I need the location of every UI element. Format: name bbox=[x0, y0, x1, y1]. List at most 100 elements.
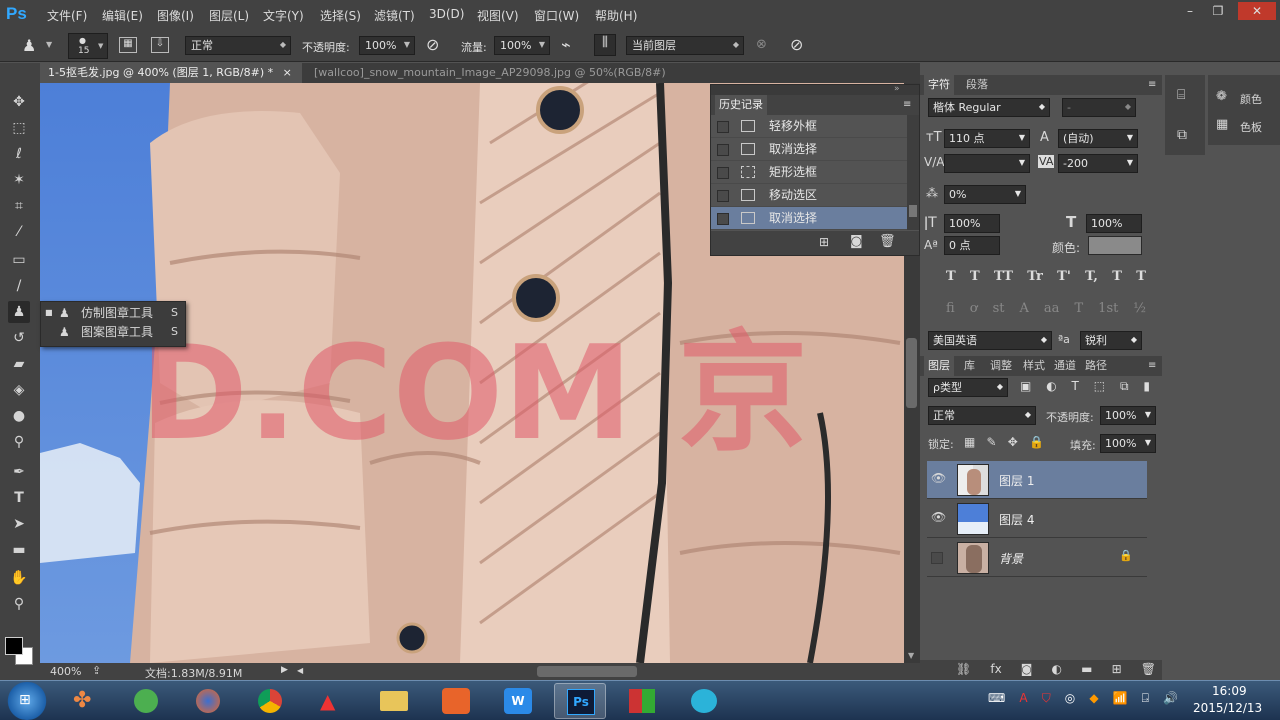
eyedropper-icon[interactable]: ⁄ bbox=[8, 221, 30, 243]
swatches-panel-label[interactable]: 色板 bbox=[1240, 119, 1262, 135]
fractions-button[interactable]: ½ bbox=[1133, 301, 1146, 321]
pressure-size-icon[interactable]: ⊘ bbox=[790, 35, 803, 54]
new-layer-icon[interactable]: ⊞ bbox=[1112, 662, 1122, 678]
discretionary-ligature-button[interactable]: ơ bbox=[970, 301, 978, 321]
flyout-item-clone-stamp[interactable]: ■ ♟ 仿制图章工具 S bbox=[41, 303, 185, 323]
scroll-thumb[interactable] bbox=[906, 338, 917, 408]
menu-layer[interactable]: 图层(L) bbox=[209, 7, 249, 24]
tab-paths[interactable]: 路径 bbox=[1081, 356, 1111, 376]
vertical-scale-input[interactable]: 100% bbox=[944, 214, 1000, 233]
horizontal-scroll-thumb[interactable] bbox=[537, 666, 637, 677]
strikethrough-button[interactable]: T bbox=[1136, 269, 1146, 289]
keyboard-icon[interactable]: ⌨ bbox=[988, 691, 1005, 711]
text-color-swatch[interactable] bbox=[1088, 236, 1142, 255]
tab-paragraph[interactable]: 段落 bbox=[962, 75, 992, 95]
sample-select[interactable]: 当前图层 ◆ bbox=[626, 36, 744, 55]
layer-name[interactable]: 背景 bbox=[999, 550, 1023, 567]
history-checkbox[interactable] bbox=[717, 167, 729, 179]
restore-button[interactable]: ❐ bbox=[1203, 2, 1233, 20]
alternates-button[interactable]: aa bbox=[1044, 301, 1060, 321]
taskbar-app-writer[interactable]: W bbox=[492, 683, 544, 719]
fill-input[interactable]: 100% ▼ bbox=[1100, 434, 1156, 453]
clone-source-icon[interactable]: ⇩ bbox=[151, 37, 169, 53]
trash-icon[interactable]: 🗑 bbox=[879, 234, 896, 249]
panel-menu-icon[interactable]: ≡ bbox=[1148, 356, 1156, 376]
history-item-selected[interactable]: 取消选择 bbox=[711, 207, 907, 230]
menu-help[interactable]: 帮助(H) bbox=[595, 7, 637, 24]
taskbar-app-media[interactable] bbox=[678, 683, 730, 719]
panel-menu-icon[interactable]: ≡ bbox=[1148, 75, 1156, 95]
small-caps-button[interactable]: Tr bbox=[1027, 269, 1043, 289]
type-tool-icon[interactable]: T bbox=[8, 487, 30, 509]
tab-adjustments[interactable]: 调整 bbox=[986, 356, 1016, 376]
clock-time[interactable]: 16:09 bbox=[1212, 684, 1247, 698]
taskbar-app-wps[interactable]: ▲ bbox=[306, 683, 358, 719]
font-family-select[interactable]: 楷体 Regular ◆ bbox=[928, 98, 1050, 117]
superscript-button[interactable]: T' bbox=[1057, 269, 1071, 289]
tracking-input[interactable]: -200 ▼ bbox=[1058, 154, 1138, 173]
adjustment-filter-icon[interactable]: ◐ bbox=[1046, 379, 1056, 397]
layer-row-layer1[interactable]: 👁 图层 1 bbox=[927, 461, 1147, 499]
color-panel-icon[interactable]: ❁ bbox=[1216, 89, 1227, 104]
ligature-button[interactable]: fi bbox=[946, 301, 955, 321]
antialias-select[interactable]: 锐利 ◆ bbox=[1080, 331, 1142, 350]
history-scrollbar[interactable] bbox=[907, 115, 919, 230]
baseline-shift-input[interactable]: 0 点 bbox=[944, 236, 1000, 255]
layer-filter-select[interactable]: ρ类型 ◆ bbox=[928, 378, 1008, 397]
magic-wand-icon[interactable]: ✶ bbox=[8, 169, 30, 191]
security-icon[interactable]: ⛉ bbox=[1042, 691, 1051, 711]
taskbar-app-explorer[interactable] bbox=[368, 683, 420, 719]
adjustment-layer-icon[interactable]: ◐ bbox=[1052, 662, 1062, 678]
menu-view[interactable]: 视图(V) bbox=[477, 7, 519, 24]
all-caps-button[interactable]: TT bbox=[994, 269, 1013, 289]
zoom-level[interactable]: 400% bbox=[50, 665, 81, 678]
menu-3d[interactable]: 3D(D) bbox=[429, 7, 464, 21]
start-button[interactable]: ⊞ bbox=[2, 682, 52, 720]
menu-type[interactable]: 文字(Y) bbox=[263, 7, 304, 24]
taskbar-app-office[interactable] bbox=[616, 683, 668, 719]
tab-layers[interactable]: 图层 bbox=[924, 356, 954, 376]
kerning-input[interactable]: ▼ bbox=[944, 154, 1030, 173]
clock-date[interactable]: 2015/12/13 bbox=[1193, 701, 1262, 715]
marquee-tool-icon[interactable]: ⬚ bbox=[8, 117, 30, 139]
tab-character[interactable]: 字符 bbox=[924, 75, 954, 95]
history-checkbox[interactable] bbox=[717, 121, 729, 133]
stylistic-button[interactable]: st bbox=[993, 301, 1005, 321]
history-checkbox[interactable] bbox=[717, 190, 729, 202]
lock-position-icon[interactable]: ✥ bbox=[1008, 435, 1018, 451]
usb-icon[interactable]: ⍈ bbox=[1142, 691, 1149, 711]
font-size-input[interactable]: 110 点 ▼ bbox=[944, 129, 1030, 148]
type-filter-icon[interactable]: T bbox=[1072, 379, 1079, 397]
layer-name[interactable]: 图层 1 bbox=[999, 472, 1034, 489]
new-group-icon[interactable]: ▬ bbox=[1081, 662, 1092, 678]
zoom-tool-icon[interactable]: ⚲ bbox=[8, 593, 30, 615]
tab-channels[interactable]: 通道 bbox=[1050, 356, 1080, 376]
brush-tool-icon[interactable]: / bbox=[8, 275, 30, 297]
eraser-icon[interactable]: ▰ bbox=[8, 353, 30, 375]
history-checkbox[interactable] bbox=[717, 213, 729, 225]
history-item[interactable]: 取消选择 bbox=[711, 138, 907, 161]
smart-object-filter-icon[interactable]: ⧉ bbox=[1120, 379, 1129, 397]
app-tray-icon[interactable]: ◎ bbox=[1065, 691, 1075, 711]
faux-italic-button[interactable]: T bbox=[970, 269, 980, 289]
tab-active-document[interactable]: 1-5抠毛发.jpg @ 400% (图层 1, RGB/8#) * × bbox=[40, 63, 302, 83]
language-select[interactable]: 美国英语 ◆ bbox=[928, 331, 1052, 350]
history-item[interactable]: 移动选区 bbox=[711, 184, 907, 207]
taskbar-app-photoshop[interactable]: Ps bbox=[554, 683, 606, 719]
panel-grip[interactable]: » bbox=[711, 84, 919, 95]
move-tool-icon[interactable]: ✥ bbox=[8, 91, 30, 113]
crop-tool-icon[interactable]: ⌗ bbox=[8, 195, 30, 217]
camera-icon[interactable]: ◙ bbox=[850, 234, 863, 249]
faux-bold-button[interactable]: T bbox=[946, 269, 956, 289]
layer-row-background[interactable]: 背景 🔒 bbox=[927, 539, 1147, 577]
font-style-select[interactable]: - ◆ bbox=[1062, 98, 1136, 117]
link-layers-icon[interactable]: ⛓ bbox=[956, 662, 971, 678]
layer-name[interactable]: 图层 4 bbox=[999, 511, 1034, 528]
network-icon[interactable]: 📶 bbox=[1113, 691, 1128, 711]
clone-stamp-icon[interactable]: ♟ bbox=[22, 36, 36, 55]
taskbar-app-presentation[interactable] bbox=[430, 683, 482, 719]
layer-opacity-input[interactable]: 100% ▼ bbox=[1100, 406, 1156, 425]
shape-filter-icon[interactable]: ⬚ bbox=[1094, 379, 1105, 397]
swatches-panel-icon[interactable]: ▦ bbox=[1216, 117, 1228, 132]
flow-input[interactable]: 100% ▼ bbox=[494, 36, 550, 55]
